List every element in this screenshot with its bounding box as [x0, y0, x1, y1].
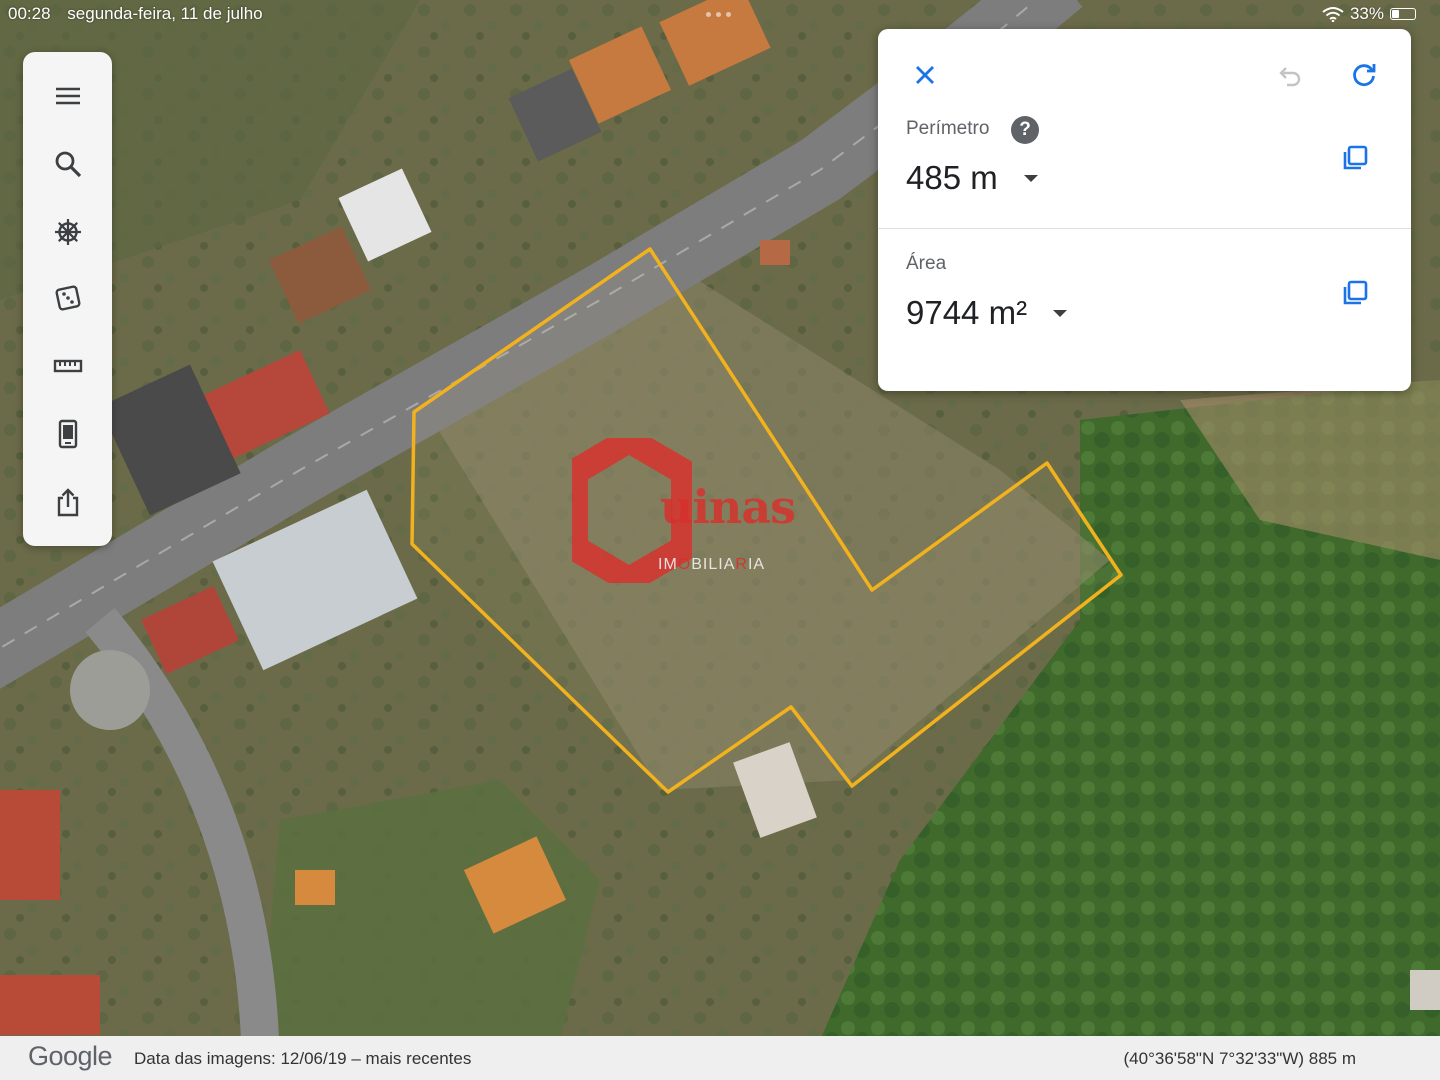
area-value-text: 9744 m² [906, 294, 1028, 331]
copy-perimeter-button[interactable] [1335, 138, 1375, 178]
perimeter-label: Perímetro [906, 118, 990, 139]
watermark-subtitle-accent: R [735, 556, 748, 573]
watermark-logo: uinas IMOBILIARIA [572, 438, 802, 583]
bottom-bar: Google Data das imagens: 12/06/19 – mais… [0, 1036, 1440, 1080]
copy-icon [1343, 280, 1368, 305]
random-dice-icon [54, 285, 81, 311]
perimeter-unit-dropdown[interactable] [1023, 174, 1038, 182]
copy-area-button[interactable] [1335, 273, 1375, 313]
left-toolbar [23, 52, 112, 546]
projects-button[interactable] [23, 404, 112, 464]
perimeter-value-text: 485 m [906, 159, 998, 196]
perimeter-value: 485 m [906, 159, 1038, 197]
measure-panel: Perímetro ? 485 m Área 9744 m² [878, 29, 1411, 391]
watermark-brand: uinas [660, 480, 796, 534]
google-logo: Google [28, 1041, 113, 1071]
wifi-icon [1322, 7, 1344, 22]
voyager-wheel-icon [54, 219, 81, 245]
close-button[interactable] [905, 55, 945, 95]
status-time: 00:28 [8, 4, 51, 23]
battery-icon [1390, 8, 1416, 20]
area-value: 9744 m² [906, 294, 1068, 332]
coordinates-readout: (40°36'58"N 7°32'33"W) 885 m [1123, 1049, 1357, 1068]
random-button[interactable] [23, 268, 112, 328]
status-bar: 00:28 segunda-feira, 11 de julho 33% [0, 0, 1440, 28]
battery-percent: 33% [1349, 4, 1384, 23]
status-date: segunda-feira, 11 de julho [67, 4, 263, 23]
undo-button[interactable] [1271, 55, 1311, 95]
multitasking-dots[interactable] [706, 12, 731, 17]
search-button[interactable] [23, 134, 112, 194]
close-icon [916, 66, 934, 84]
menu-icon [55, 87, 80, 105]
imagery-date[interactable]: Data das imagens: 12/06/19 – mais recent… [134, 1049, 471, 1069]
help-button[interactable]: ? [1011, 116, 1039, 144]
area-unit-dropdown[interactable] [1053, 309, 1068, 317]
panel-divider [878, 228, 1411, 229]
measure-ruler-icon [53, 359, 82, 373]
watermark-subtitle-part: IM [658, 556, 678, 573]
watermark-subtitle-accent: O [677, 556, 692, 573]
voyager-button[interactable] [23, 202, 112, 262]
menu-button[interactable] [23, 66, 112, 126]
redo-button[interactable] [1344, 55, 1384, 95]
undo-icon [1279, 67, 1301, 87]
watermark-subtitle: IMOBILIARIA [658, 556, 765, 574]
watermark-subtitle-part: IA [747, 556, 766, 573]
area-label: Área [906, 253, 947, 274]
redo-icon [1353, 64, 1376, 87]
copy-icon [1343, 145, 1368, 170]
search-icon [55, 151, 81, 178]
projects-icon [58, 419, 77, 449]
share-button[interactable] [23, 472, 112, 532]
share-icon [57, 488, 78, 517]
watermark-subtitle-part: BILIA [691, 556, 736, 573]
measure-button[interactable] [23, 336, 112, 396]
